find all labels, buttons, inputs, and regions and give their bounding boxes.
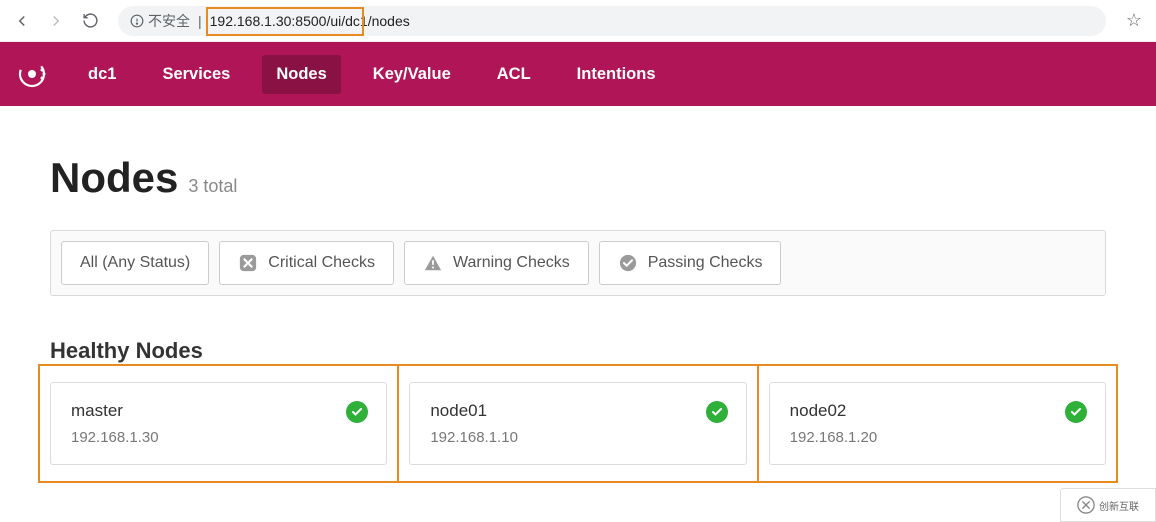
warning-icon: [423, 253, 443, 273]
address-bar[interactable]: 不安全 | 192.168.1.30:8500/ui/dc 1/nodes: [118, 6, 1106, 36]
page-body: Nodes 3 total All (Any Status) Critical …: [0, 106, 1156, 465]
security-indicator: 不安全: [130, 11, 190, 31]
nav-services[interactable]: Services: [148, 55, 244, 94]
node-name: node02: [790, 401, 1085, 421]
filter-passing[interactable]: Passing Checks: [599, 241, 782, 285]
consul-logo-icon[interactable]: [18, 60, 46, 88]
reload-button[interactable]: [76, 7, 104, 35]
passing-icon: [618, 253, 638, 273]
filter-all[interactable]: All (Any Status): [61, 241, 209, 285]
page-title: Nodes: [50, 154, 178, 202]
url-path-b: 1/nodes: [360, 13, 410, 29]
nav-nodes[interactable]: Nodes: [262, 55, 340, 94]
datacenter-selector[interactable]: dc1: [74, 55, 130, 94]
filter-passing-label: Passing Checks: [648, 254, 763, 272]
url-separator: |: [198, 13, 202, 29]
security-label: 不安全: [148, 11, 190, 31]
bookmark-star-icon[interactable]: ☆: [1120, 10, 1148, 31]
node-name: master: [71, 401, 366, 421]
filter-all-label: All (Any Status): [80, 254, 190, 272]
nav-intentions[interactable]: Intentions: [563, 55, 670, 94]
filter-bar: All (Any Status) Critical Checks Warning…: [50, 230, 1106, 296]
back-button[interactable]: [8, 7, 36, 35]
nav-keyvalue[interactable]: Key/Value: [359, 55, 465, 94]
critical-icon: [238, 253, 258, 273]
node-card[interactable]: master 192.168.1.30: [50, 382, 387, 465]
filter-critical-label: Critical Checks: [268, 254, 375, 272]
watermark-text: 创新互联: [1099, 498, 1139, 513]
node-card[interactable]: node02 192.168.1.20: [769, 382, 1106, 465]
watermark-badge: 创新互联: [1060, 488, 1156, 522]
node-item: node02 192.168.1.20: [769, 382, 1106, 465]
page-count: 3 total: [188, 176, 237, 197]
page-title-row: Nodes 3 total: [50, 154, 1106, 202]
status-passing-icon: [1065, 401, 1087, 423]
browser-toolbar: 不安全 | 192.168.1.30:8500/ui/dc 1/nodes ☆: [0, 0, 1156, 42]
nav-acl[interactable]: ACL: [483, 55, 545, 94]
filter-warning-label: Warning Checks: [453, 254, 570, 272]
node-grid: master 192.168.1.30 node01 192.168.1.10 …: [50, 382, 1106, 465]
node-ip: 192.168.1.30: [71, 429, 366, 446]
filter-warning[interactable]: Warning Checks: [404, 241, 589, 285]
forward-button[interactable]: [42, 7, 70, 35]
node-name: node01: [430, 401, 725, 421]
section-healthy-heading: Healthy Nodes: [50, 338, 1106, 364]
node-item: master 192.168.1.30: [50, 382, 387, 465]
node-card[interactable]: node01 192.168.1.10: [409, 382, 746, 465]
app-header: dc1 Services Nodes Key/Value ACL Intenti…: [0, 42, 1156, 106]
node-ip: 192.168.1.20: [790, 429, 1085, 446]
filter-critical[interactable]: Critical Checks: [219, 241, 394, 285]
url-host-highlight: 192.168.1.30:8500/ui/dc: [210, 11, 360, 31]
status-passing-icon: [706, 401, 728, 423]
node-item: node01 192.168.1.10: [409, 382, 746, 465]
node-ip: 192.168.1.10: [430, 429, 725, 446]
